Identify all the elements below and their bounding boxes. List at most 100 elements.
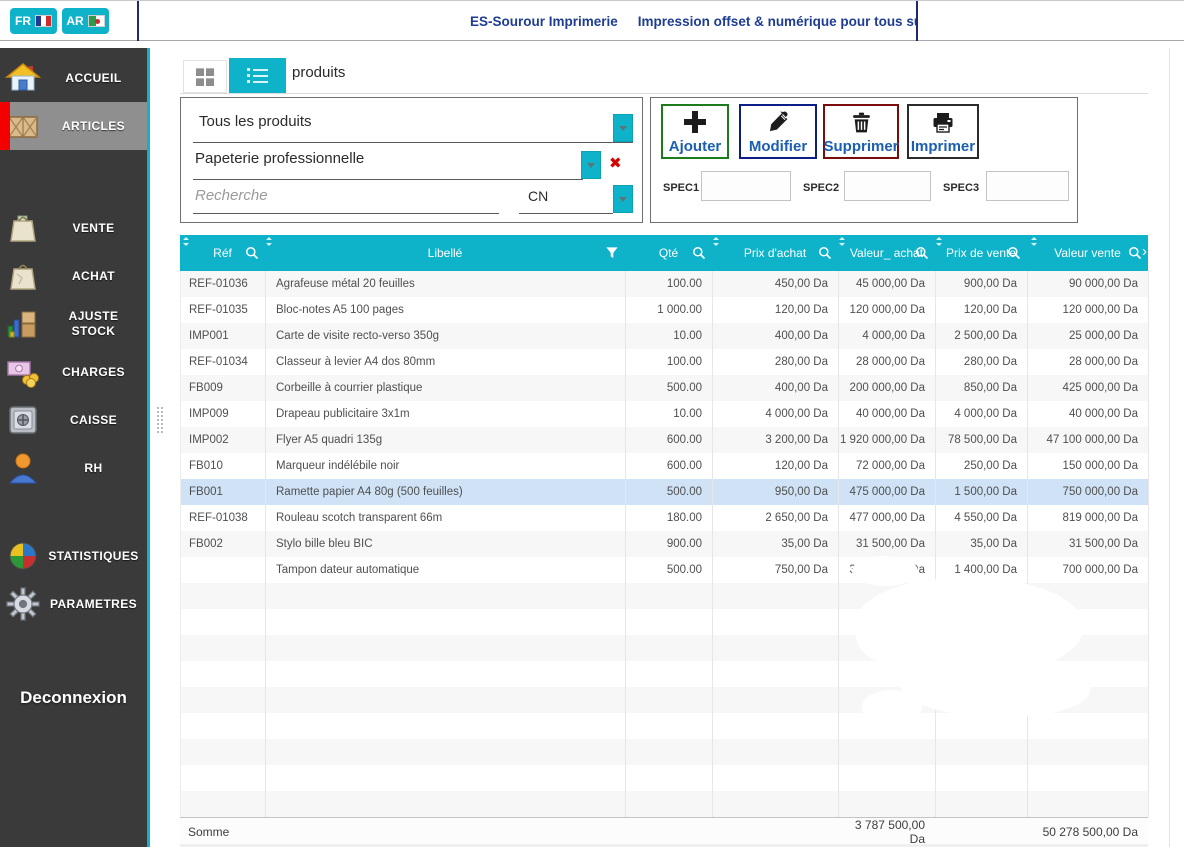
search-icon[interactable]: [1007, 246, 1021, 263]
column-resize-handle: [839, 237, 845, 246]
column-header-prix-achat[interactable]: Prix d'achat: [712, 235, 838, 271]
cell: [713, 687, 839, 713]
cell: 35,00 Da: [713, 531, 839, 557]
column-header-libelle[interactable]: Libellé: [265, 235, 625, 271]
sidebar-item-accueil[interactable]: ACCUEIL: [0, 54, 147, 102]
crate-icon: [0, 108, 46, 144]
cell: [266, 609, 626, 635]
language-ar-button[interactable]: AR: [62, 8, 109, 34]
app-title: ES-Sourour Imprimerie: [470, 14, 618, 29]
subcategory-dropdown[interactable]: Papeterie professionnelle: [195, 150, 364, 167]
sidebar-item-ajuste-stock[interactable]: AJUSTE STOCK: [0, 300, 147, 348]
cell: IMP001: [181, 323, 266, 349]
table-row[interactable]: IMP002Flyer A5 quadri 135g600.003 200,00…: [181, 427, 1148, 453]
clear-filter-icon[interactable]: ✖: [609, 154, 622, 172]
cell: 120,00 Da: [713, 453, 839, 479]
table-row[interactable]: IMP009Drapeau publicitaire 3x1m10.004 00…: [181, 401, 1148, 427]
cell: [266, 635, 626, 661]
tab-list-view-active[interactable]: [229, 58, 286, 93]
cell: 120 000,00 Da: [839, 297, 936, 323]
stock-chart-icon: [0, 306, 46, 342]
language-fr-button[interactable]: FR: [10, 8, 57, 34]
sidebar-item-articles[interactable]: ARTICLES: [0, 102, 147, 150]
sidebar-item-vente[interactable]: VENTE: [0, 204, 147, 252]
column-header-valeur-vente[interactable]: Valeur vente›: [1027, 235, 1148, 271]
search-icon[interactable]: [245, 246, 259, 263]
table-row[interactable]: REF-01036Agrafeuse métal 20 feuilles100.…: [181, 271, 1148, 297]
cell: 45 000,00 Da: [839, 271, 936, 297]
cell: [839, 739, 936, 765]
table-row[interactable]: FB009Corbeille à courrier plastique500.0…: [181, 375, 1148, 401]
table-row[interactable]: IMP001Carte de visite recto-verso 350g10…: [181, 323, 1148, 349]
sidebar-item-rh[interactable]: RH: [0, 444, 147, 492]
spec3-input[interactable]: [986, 171, 1069, 201]
sidebar-item-parametres[interactable]: PARAMETRES: [0, 580, 147, 628]
app-window: FR AR ES-Sourour Imprimerie Impression o…: [0, 0, 1184, 847]
cell: IMP002: [181, 427, 266, 453]
search-icon[interactable]: [692, 246, 706, 263]
sidebar-item-label: ACCUEIL: [46, 71, 147, 86]
sidebar: ACCUEIL ARTICLES VENTE ACHATAJUSTE STOCKCHA…: [0, 48, 150, 847]
table-row[interactable]: REF-01038Rouleau scotch transparent 66m1…: [181, 505, 1148, 531]
column-resize-handle: [936, 237, 942, 246]
category-dropdown[interactable]: Tous les produits: [199, 113, 312, 130]
sidebar-item-charges[interactable]: CHARGES: [0, 348, 147, 396]
search-icon[interactable]: [915, 246, 929, 263]
sidebar-item-label: VENTE: [46, 221, 147, 236]
cell: 280,00 Da: [936, 349, 1028, 375]
cell: 72 000,00 Da: [839, 453, 936, 479]
table-row[interactable]: REF-01035Bloc-notes A5 100 pages1 000.00…: [181, 297, 1148, 323]
table-row[interactable]: FB002Stylo bille bleu BIC900.0035,00 Da3…: [181, 531, 1148, 557]
scroll-right-icon[interactable]: ›: [1142, 243, 1147, 260]
cell: [266, 687, 626, 713]
white-smudge: [862, 690, 922, 724]
column-header-qte[interactable]: Qté: [625, 235, 712, 271]
tab-grid-view[interactable]: [183, 60, 227, 93]
grid-view-icon: [196, 68, 214, 86]
cell: [626, 687, 713, 713]
search-icon[interactable]: [818, 246, 832, 263]
add-button[interactable]: Ajouter: [661, 104, 729, 159]
splitter-handle[interactable]: [156, 406, 164, 434]
sidebar-item-caisse[interactable]: CAISSE: [0, 396, 147, 444]
category-dropdown-button[interactable]: [613, 114, 633, 142]
gear-icon: [0, 586, 46, 622]
cell: [181, 765, 266, 791]
search-mode-dropdown-button[interactable]: [613, 185, 633, 213]
cell: [1028, 765, 1149, 791]
spec2-input[interactable]: [844, 171, 931, 201]
print-button[interactable]: Imprimer: [907, 104, 979, 159]
spec1-input[interactable]: [701, 171, 791, 201]
cell: 700 000,00 Da: [1028, 557, 1149, 583]
cell: 120 000,00 Da: [1028, 297, 1149, 323]
logout-button[interactable]: Deconnexion: [0, 688, 147, 708]
cell: 100.00: [626, 271, 713, 297]
column-resize-handle: [183, 237, 189, 246]
cell: 40 000,00 Da: [1028, 401, 1149, 427]
edit-button[interactable]: Modifier: [739, 104, 817, 159]
subcategory-dropdown-button[interactable]: [581, 151, 601, 179]
cell: 400,00 Da: [713, 375, 839, 401]
table-row[interactable]: REF-01034Classeur à levier A4 dos 80mm10…: [181, 349, 1148, 375]
cell: [626, 583, 713, 609]
cell: 200 000,00 Da: [839, 375, 936, 401]
column-header-ref[interactable]: Réf: [180, 235, 265, 271]
cell: 4 000,00 Da: [839, 323, 936, 349]
products-table: RéfLibelléQtéPrix d'achatValeur_ achatPr…: [180, 235, 1148, 847]
cell: 950,00 Da: [713, 479, 839, 505]
sidebar-item-statistiques[interactable]: STATISTIQUES: [0, 532, 147, 580]
cell: Flyer A5 quadri 135g: [266, 427, 626, 453]
table-row[interactable]: FB010Marqueur indélébile noir600.00120,0…: [181, 453, 1148, 479]
search-mode-dropdown[interactable]: CN: [528, 188, 548, 204]
chevron-down-icon: [619, 197, 627, 202]
delete-button[interactable]: Supprimer: [823, 104, 899, 159]
column-header-prix-vente[interactable]: Prix de vente: [935, 235, 1027, 271]
cell: 819 000,00 Da: [1028, 505, 1149, 531]
filter-funnel-icon[interactable]: [605, 246, 619, 263]
cell: Classeur à levier A4 dos 80mm: [266, 349, 626, 375]
sidebar-item-achat[interactable]: ACHAT: [0, 252, 147, 300]
search-icon[interactable]: [1128, 246, 1142, 263]
table-row-selected[interactable]: FB001Ramette papier A4 80g (500 feuilles…: [181, 479, 1148, 505]
column-header-valeur-achat[interactable]: Valeur_ achat: [838, 235, 935, 271]
search-input[interactable]: [193, 186, 502, 205]
